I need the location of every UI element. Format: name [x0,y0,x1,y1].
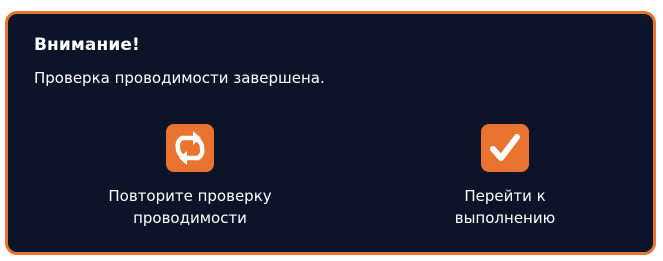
dialog-message: Проверка проводимости завершена. [34,69,325,87]
proceed-button[interactable] [481,124,529,172]
retry-button[interactable] [166,124,214,172]
retry-conductivity-check-action[interactable]: Повторите проверку проводимости [80,124,300,229]
proceed-label: Перейти к выполнению [454,187,556,227]
refresh-icon [175,131,205,165]
dialog-title: Внимание! [34,35,140,55]
alert-dialog: Внимание! Проверка проводимости завершен… [5,11,656,255]
screen: Внимание! Проверка проводимости завершен… [0,0,663,261]
retry-label: Повторите проверку проводимости [108,187,272,227]
checkmark-icon [490,134,520,161]
proceed-to-execution-action[interactable]: Перейти к выполнению [395,124,615,229]
